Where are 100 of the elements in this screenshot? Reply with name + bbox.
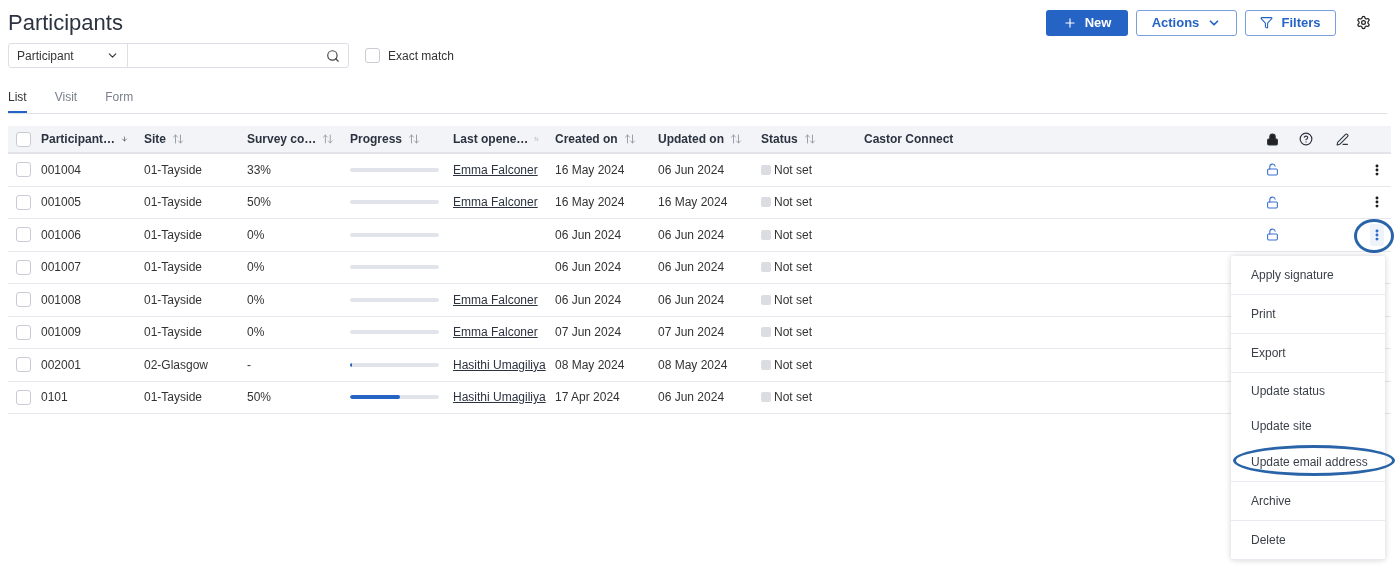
- table-cell-text: 001007: [41, 259, 83, 277]
- user-link[interactable]: Emma Falconer: [453, 292, 538, 307]
- checkbox[interactable]: [16, 227, 31, 243]
- status-square-icon: [761, 197, 771, 208]
- sort-down-icon[interactable]: [121, 133, 128, 145]
- column-header[interactable]: Created on: [555, 130, 618, 148]
- table-cell-text: 50%: [247, 194, 273, 212]
- table-cell-text: 01-Tayside: [144, 161, 204, 179]
- table-cell-text: 0%: [247, 259, 266, 277]
- column-header[interactable]: Participant…: [41, 130, 115, 148]
- checkbox[interactable]: [16, 194, 31, 210]
- menu-item[interactable]: Delete: [1251, 531, 1286, 549]
- table-cell-text: -: [247, 356, 252, 374]
- status-square-icon: [761, 229, 771, 240]
- column-header[interactable]: Status: [761, 130, 798, 148]
- sort-icon[interactable]: [623, 133, 636, 145]
- table-cell-text: 16 May 2024: [658, 194, 729, 212]
- sort-icon[interactable]: [322, 133, 334, 145]
- help-icon[interactable]: [1299, 132, 1313, 146]
- column-header[interactable]: Site: [144, 130, 166, 148]
- search-icon: [326, 48, 340, 63]
- user-link[interactable]: Hasithi Umagiliya: [453, 357, 546, 372]
- table-cell-text: 17 Apr 2024: [555, 389, 621, 407]
- table-cell-text: 07 Jun 2024: [555, 324, 623, 342]
- table-cell-text: 001005: [41, 194, 83, 212]
- table-cell-text: 01-Tayside: [144, 389, 204, 407]
- exact-match-label: Exact match: [388, 47, 455, 65]
- menu-item[interactable]: Update email address: [1251, 453, 1368, 471]
- table-cell-text: 07 Jun 2024: [658, 324, 726, 342]
- table-cell-text: 001006: [41, 226, 83, 244]
- table-cell-text: 50%: [247, 389, 273, 407]
- unlocked-icon[interactable]: [1266, 228, 1279, 242]
- new-button[interactable]: New: [1046, 9, 1128, 36]
- search-field[interactable]: Participant: [8, 43, 349, 68]
- tab[interactable]: List: [8, 88, 27, 113]
- menu-item[interactable]: Apply signature: [1251, 266, 1334, 284]
- tab[interactable]: Visit: [54, 88, 78, 113]
- sort-icon[interactable]: [172, 133, 184, 145]
- lock-icon: [1266, 132, 1279, 146]
- column-header[interactable]: Updated on: [658, 130, 724, 148]
- table-cell-text: 01-Tayside: [144, 226, 204, 244]
- checkbox[interactable]: [16, 162, 31, 178]
- status-square-icon: [761, 294, 771, 305]
- table-cell-text: 0101: [41, 389, 69, 407]
- actions-button[interactable]: Actions: [1136, 9, 1237, 36]
- table-cell-text: 06 Jun 2024: [658, 291, 726, 309]
- table-cell-text: 0%: [247, 226, 266, 244]
- settings-icon[interactable]: [1356, 15, 1371, 30]
- checkbox[interactable]: [16, 357, 31, 373]
- table-cell-text: 06 Jun 2024: [555, 259, 623, 277]
- menu-item[interactable]: Print: [1251, 305, 1276, 323]
- menu-item[interactable]: Export: [1251, 344, 1286, 362]
- unlocked-icon[interactable]: [1266, 195, 1279, 209]
- checkbox[interactable]: [16, 259, 31, 275]
- field-select[interactable]: Participant: [9, 44, 128, 67]
- table-cell-text: 0%: [247, 291, 266, 309]
- table-cell-text: 01-Tayside: [144, 324, 204, 342]
- table-cell-text: 16 May 2024: [555, 194, 626, 212]
- status-label: Not set: [774, 161, 812, 179]
- plus-icon: [1062, 15, 1077, 30]
- table-cell-text: 02-Glasgow: [144, 356, 210, 374]
- status-square-icon: [761, 327, 771, 338]
- tab[interactable]: Form: [105, 88, 134, 113]
- column-header[interactable]: Progress: [350, 130, 403, 148]
- status-label: Not set: [774, 259, 812, 277]
- status-square-icon: [761, 164, 771, 175]
- sort-icon[interactable]: [803, 133, 816, 145]
- column-header[interactable]: Last opene…: [453, 130, 529, 148]
- table-cell-text: 06 Jun 2024: [658, 226, 726, 244]
- checkbox[interactable]: [16, 292, 31, 308]
- table-cell-text: 01-Tayside: [144, 291, 204, 309]
- user-link[interactable]: Hasithi Umagiliya: [453, 390, 546, 405]
- table-cell-text: 06 Jun 2024: [555, 226, 623, 244]
- table-cell-text: 06 Jun 2024: [658, 161, 726, 179]
- user-link[interactable]: Emma Falconer: [453, 195, 538, 210]
- column-header[interactable]: Survey co…: [247, 130, 317, 148]
- menu-item[interactable]: Update site: [1251, 416, 1312, 435]
- sort-icon[interactable]: [730, 133, 742, 145]
- table-cell-text: 06 Jun 2024: [555, 291, 623, 309]
- menu-item[interactable]: Archive: [1251, 492, 1291, 510]
- checkbox[interactable]: [16, 389, 31, 405]
- page-title: Participants: [8, 9, 123, 37]
- status-square-icon: [761, 392, 771, 403]
- table-cell-text: 001004: [41, 161, 83, 179]
- checkbox[interactable]: [16, 131, 31, 147]
- filters-button[interactable]: Filters: [1245, 9, 1336, 36]
- user-link[interactable]: Emma Falconer: [453, 325, 538, 340]
- table-cell-text: 06 Jun 2024: [658, 389, 726, 407]
- menu-item[interactable]: Update status: [1251, 381, 1326, 400]
- checkbox[interactable]: [365, 48, 380, 63]
- checkbox[interactable]: [16, 324, 31, 340]
- column-header[interactable]: Castor Connect: [864, 130, 954, 148]
- table-cell-text: 001008: [41, 291, 83, 309]
- status-label: Not set: [774, 356, 812, 374]
- status-label: Not set: [774, 291, 812, 309]
- unlocked-icon[interactable]: [1266, 163, 1279, 177]
- sort-icon[interactable]: [408, 133, 421, 145]
- status-square-icon: [761, 262, 771, 273]
- user-link[interactable]: Emma Falconer: [453, 162, 538, 177]
- signature-icon: [1335, 132, 1349, 146]
